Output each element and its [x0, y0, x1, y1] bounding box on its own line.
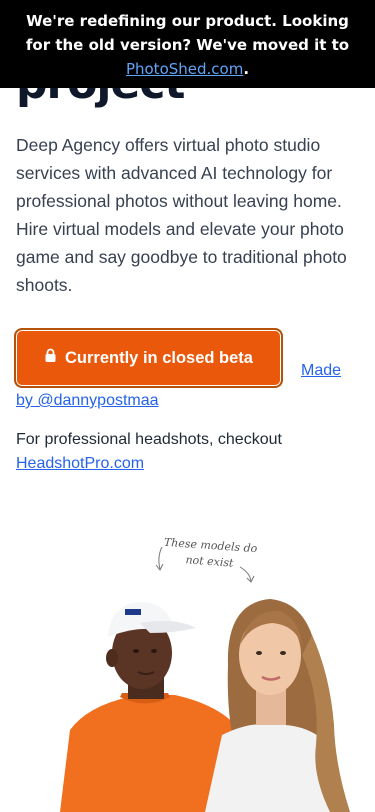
headshotpro-link[interactable]: HeadshotPro.com: [16, 455, 144, 472]
models-illustration: These models do not exist: [0, 525, 375, 812]
author-link[interactable]: by @dannypostmaa: [16, 381, 159, 421]
made-link[interactable]: Made: [301, 351, 341, 391]
product-description: Deep Agency offers virtual photo studio …: [16, 135, 347, 295]
closed-beta-label: Currently in closed beta: [65, 348, 253, 367]
closed-beta-button[interactable]: Currently in closed beta: [14, 328, 283, 388]
lock-icon: [44, 348, 57, 368]
banner-trailing: .: [243, 60, 250, 78]
photoshed-link[interactable]: PhotoShed.com: [126, 60, 243, 78]
models-note: These models do not exist: [159, 535, 261, 574]
banner-text: We're redefining our product. Looking fo…: [25, 12, 350, 54]
headshot-promo: For professional headshots, checkout Hea…: [16, 428, 356, 476]
headshot-promo-text: For professional headshots, checkout: [16, 431, 282, 448]
announcement-banner: We're redefining our product. Looking fo…: [0, 0, 375, 88]
